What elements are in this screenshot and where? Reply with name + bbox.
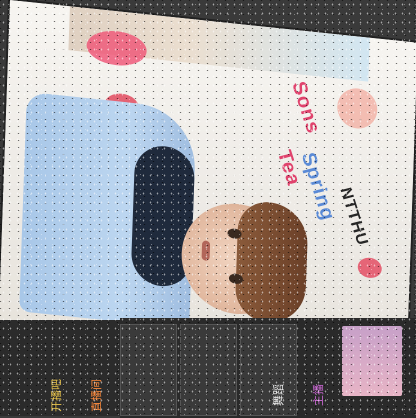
hair [234, 199, 309, 327]
lower-label-1: 开播吧 [51, 379, 63, 412]
person-photo [19, 91, 309, 339]
lower-tile-1 [120, 324, 177, 416]
lower-tile-3 [240, 324, 297, 416]
lower-label-3: 舞蹈 [273, 384, 285, 406]
mouth [201, 240, 211, 262]
lower-tile-2 [180, 324, 237, 416]
lower-label-2: 直播间 [91, 379, 103, 412]
lower-right-panel: 舞蹈 主播 [120, 318, 416, 418]
lower-label-4: 主播 [313, 384, 325, 406]
lower-left-panel: 开播吧 直播间 [0, 320, 130, 416]
lower-thumbnail-1 [342, 326, 402, 396]
